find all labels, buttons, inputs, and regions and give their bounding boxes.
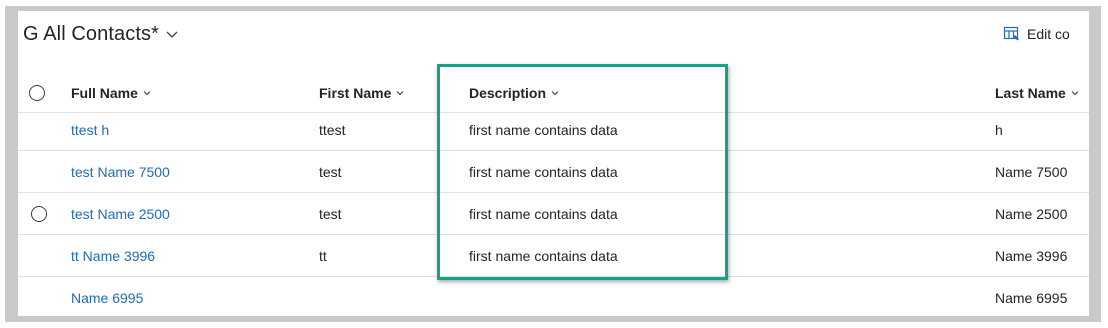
row-full-name-link[interactable]: test Name 7500 bbox=[71, 164, 170, 180]
row-select-checkbox[interactable] bbox=[31, 206, 47, 222]
row-full-name-link[interactable]: tt Name 3996 bbox=[71, 248, 155, 264]
row-full-name-link[interactable]: ttest h bbox=[71, 122, 109, 138]
column-header-label: Last Name bbox=[995, 85, 1066, 101]
view-selector[interactable]: G All Contacts* bbox=[23, 20, 179, 48]
column-header-label: Full Name bbox=[71, 85, 138, 101]
row-last-name: Name 6995 bbox=[995, 290, 1068, 306]
row-full-name-link[interactable]: test Name 2500 bbox=[71, 206, 170, 222]
row-full-name-link[interactable]: Name 6995 bbox=[71, 290, 143, 306]
column-header-full-name[interactable]: Full Name bbox=[71, 85, 152, 101]
chevron-down-icon bbox=[166, 31, 178, 38]
chevron-down-icon bbox=[1071, 91, 1079, 96]
row-first-name: test bbox=[319, 206, 342, 222]
row-first-name: ttest bbox=[319, 122, 346, 138]
row-first-name: tt bbox=[319, 248, 327, 264]
description-column-highlight bbox=[437, 64, 728, 280]
row-last-name: Name 2500 bbox=[995, 206, 1068, 222]
column-header-first-name[interactable]: First Name bbox=[319, 85, 405, 101]
row-first-name: test bbox=[319, 164, 342, 180]
edit-columns-icon bbox=[1003, 26, 1019, 41]
column-header-label: First Name bbox=[319, 85, 392, 101]
select-all-checkbox[interactable] bbox=[29, 85, 45, 101]
view-title: G All Contacts* bbox=[23, 22, 160, 45]
row-last-name: h bbox=[995, 122, 1003, 138]
row-last-name: Name 3996 bbox=[995, 248, 1068, 264]
row-last-name: Name 7500 bbox=[995, 164, 1068, 180]
column-header-last-name[interactable]: Last Name bbox=[995, 85, 1080, 101]
chevron-down-icon bbox=[143, 91, 151, 96]
edit-columns-button[interactable]: Edit co bbox=[1003, 24, 1070, 44]
chevron-down-icon bbox=[396, 91, 404, 96]
edit-columns-label: Edit co bbox=[1027, 26, 1070, 42]
